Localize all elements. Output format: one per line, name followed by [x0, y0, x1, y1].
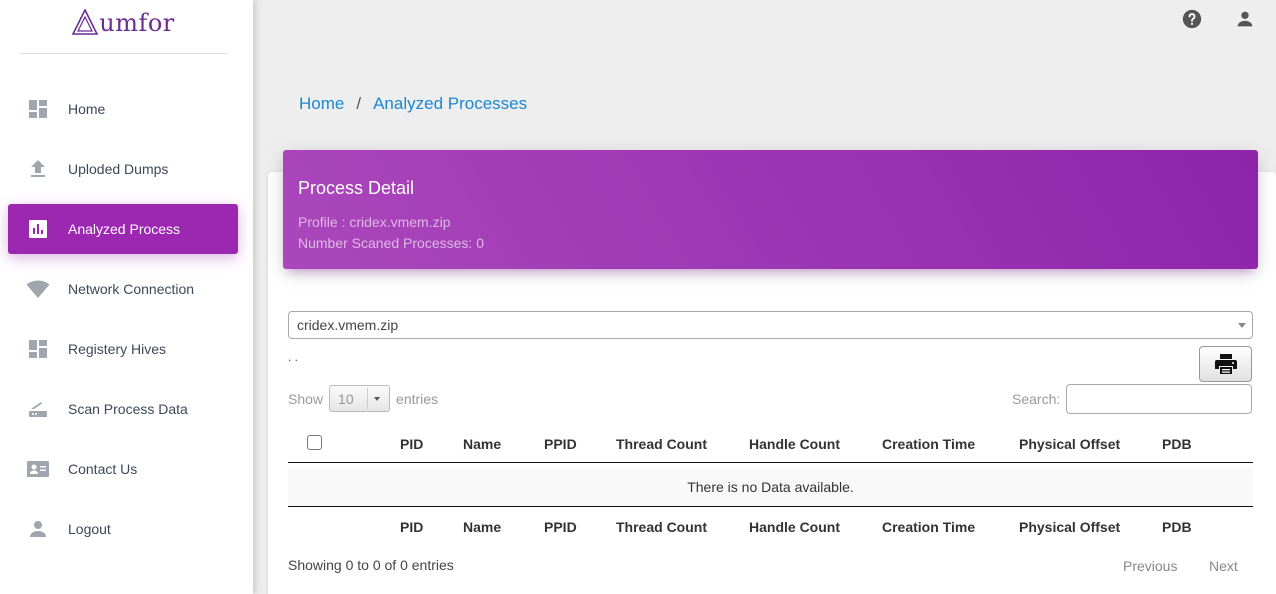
column-header-ppid[interactable]: PPID — [544, 436, 577, 452]
footer-column-pid: PID — [400, 519, 424, 535]
wifi-icon — [26, 280, 50, 298]
card-title: Process Detail — [298, 178, 415, 198]
column-header-thread-count[interactable]: Thread Count — [616, 436, 707, 452]
router-icon — [29, 402, 47, 417]
entries-length-select[interactable]: 10 — [329, 385, 391, 412]
print-icon — [1214, 354, 1237, 374]
column-header-pid[interactable]: PID — [400, 436, 423, 452]
footer-column-physical-offset: Physical Offset — [1019, 519, 1121, 535]
brand-logo[interactable]: umfor — [20, 0, 227, 54]
footer-column-ppid: PPID — [544, 519, 577, 535]
upload-icon — [31, 160, 45, 177]
select-divider — [367, 388, 369, 409]
sidebar-item-analyzed-process[interactable]: Analyzed Process — [8, 204, 238, 254]
footer-column-handle-count: Handle Count — [749, 519, 840, 535]
dump-select-value: cridex.vmem.zip — [297, 317, 399, 333]
breadcrumb: Home / Analyzed Processes — [299, 94, 527, 114]
column-header-name[interactable]: Name — [463, 436, 501, 452]
card-header: Process Detail Profile : cridex.vmem.zip… — [283, 150, 1258, 269]
help-icon[interactable] — [1181, 8, 1203, 30]
show-label: Show — [288, 390, 324, 407]
table-info: Showing 0 to 0 of 0 entries — [288, 557, 454, 573]
empty-table-message: There is no Data available. — [288, 468, 1253, 506]
entries-label: entries — [396, 390, 439, 407]
column-header-handle-count[interactable]: Handle Count — [749, 436, 840, 452]
length-value: 10 — [338, 390, 354, 407]
search-label: Search: — [1012, 391, 1061, 407]
sidebar-item-registry-hives[interactable]: Registery Hives — [8, 324, 238, 374]
sidebar-item-label: Logout — [68, 521, 111, 537]
bar-chart-icon — [29, 220, 47, 238]
breadcrumb-separator: / — [356, 94, 362, 113]
footer-column-creation-time: Creation Time — [882, 519, 976, 535]
sidebar-item-label: Home — [68, 101, 106, 117]
sidebar-item-contact-us[interactable]: Contact Us — [8, 444, 238, 494]
previous-page-button[interactable]: Previous — [1123, 558, 1177, 574]
dashboard-icon — [29, 100, 47, 118]
table-header: PID Name PPID Thread Count Handle Count … — [288, 425, 1253, 463]
select-all-checkbox[interactable] — [307, 435, 322, 450]
sidebar-item-home[interactable]: Home — [8, 84, 238, 134]
profile-text: Profile : cridex.vmem.zip — [298, 214, 451, 230]
column-header-creation-time[interactable]: Creation Time — [882, 436, 975, 452]
column-header-pdb[interactable]: PDB — [1162, 436, 1192, 452]
triangle-a-logo-icon — [72, 8, 99, 35]
sidebar-item-label: Analyzed Process — [68, 221, 181, 237]
sidebar: umfor Home Uploded Dumps Analyzed Proces… — [0, 0, 253, 594]
table-footer: PID Name PPID Thread Count Handle Count … — [288, 506, 1253, 544]
chevron-down-icon — [1238, 323, 1246, 328]
next-page-button[interactable]: Next — [1209, 558, 1238, 574]
sidebar-item-label: Registery Hives — [68, 341, 167, 357]
loading-dots: . . — [288, 350, 299, 364]
dashboard-icon — [29, 340, 47, 358]
footer-column-name: Name — [463, 519, 502, 535]
person-icon — [30, 521, 46, 537]
column-header-physical-offset[interactable]: Physical Offset — [1019, 436, 1120, 452]
search-input[interactable] — [1066, 384, 1252, 414]
sidebar-item-logout[interactable]: Logout — [8, 504, 238, 554]
contact-card-icon — [27, 461, 49, 477]
sidebar-item-label: Scan Process Data — [68, 401, 188, 417]
breadcrumb-home-link[interactable]: Home — [299, 94, 344, 114]
brand-name: umfor — [99, 8, 175, 37]
sidebar-item-scan-process-data[interactable]: Scan Process Data — [8, 384, 238, 434]
breadcrumb-current[interactable]: Analyzed Processes — [373, 94, 527, 114]
scanned-count-text: Number Scaned Processes: 0 — [298, 235, 484, 251]
length-control: Show 10 entries — [288, 385, 438, 412]
sidebar-item-label: Network Connection — [68, 281, 195, 297]
sidebar-item-network-connection[interactable]: Network Connection — [8, 264, 238, 314]
sidebar-item-label: Uploded Dumps — [68, 161, 169, 177]
sidebar-item-label: Contact Us — [68, 461, 138, 477]
user-account-icon[interactable] — [1234, 8, 1256, 30]
footer-column-thread-count: Thread Count — [616, 519, 707, 535]
chevron-down-icon — [374, 397, 381, 401]
footer-column-pdb: PDB — [1162, 519, 1192, 535]
dump-select[interactable]: cridex.vmem.zip — [288, 311, 1253, 339]
print-button[interactable] — [1199, 346, 1252, 382]
sidebar-item-uploaded-dumps[interactable]: Uploded Dumps — [8, 144, 238, 194]
